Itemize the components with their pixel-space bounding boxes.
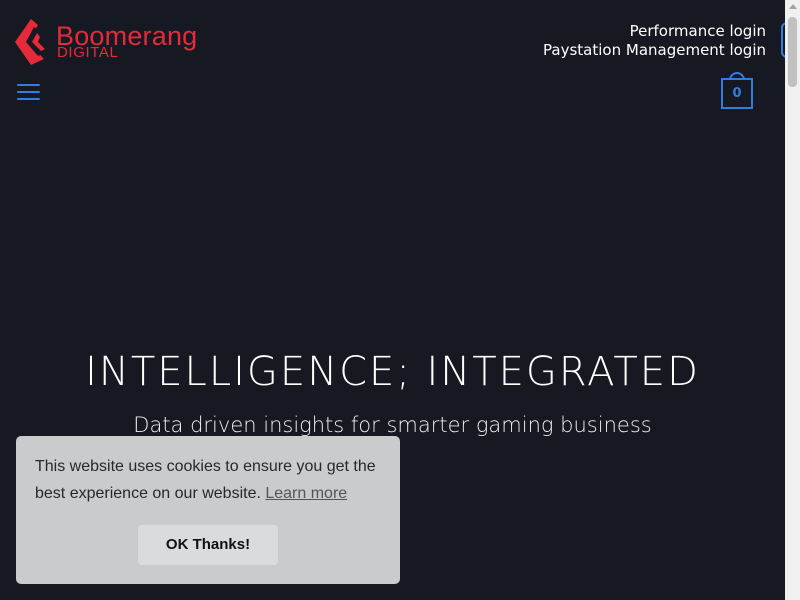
hamburger-menu-icon[interactable]: [17, 84, 41, 102]
shopping-bag-icon[interactable]: 0: [721, 72, 753, 109]
cookie-banner: This website uses cookies to ensure you …: [16, 436, 400, 584]
learn-more-link[interactable]: Learn more: [265, 485, 347, 502]
paystation-management-login-link[interactable]: Paystation Management login: [543, 41, 766, 60]
login-links: Performance login Paystation Management …: [543, 22, 766, 60]
ok-thanks-button[interactable]: OK Thanks!: [138, 525, 278, 565]
cookie-message-container: This website uses cookies to ensure you …: [35, 453, 385, 507]
brand-subtitle: DIGITAL: [57, 44, 119, 61]
boomerang-logo-icon: [15, 19, 47, 65]
hero-title: INTELLIGENCE; INTEGRATED: [85, 349, 700, 395]
vertical-scrollbar[interactable]: [785, 0, 800, 600]
page: Boomerang DIGITAL Performance login Pays…: [0, 0, 800, 600]
scrollbar-thumb[interactable]: [788, 17, 797, 87]
brand-logo[interactable]: Boomerang DIGITAL: [14, 19, 219, 65]
performance-login-link[interactable]: Performance login: [543, 22, 766, 41]
scroll-up-arrow-icon[interactable]: [789, 4, 797, 9]
cart-count: 0: [721, 78, 753, 109]
